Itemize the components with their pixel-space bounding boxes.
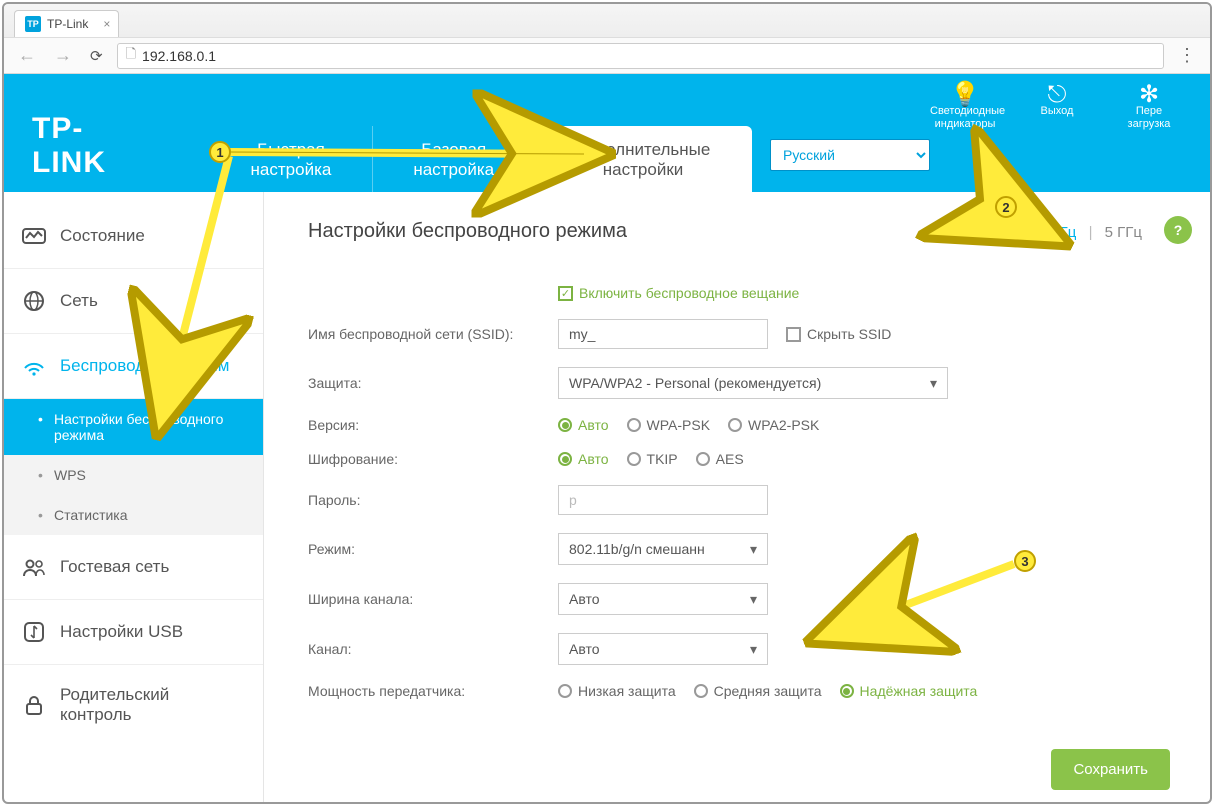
reload-icon[interactable]: ⟳ [86,47,107,65]
tab-quick-setup[interactable]: Быстрая настройка [209,126,372,192]
wifi-icon [22,354,46,378]
sidebar-item-network[interactable]: Сеть [4,269,263,334]
sidebar-sub-wps[interactable]: WPS [4,455,263,495]
page-icon: 🗋 [126,45,136,67]
favicon-icon: TP [25,16,41,32]
main-tabs: Быстрая настройка Базовая настройка Допо… [209,74,752,192]
version-auto-radio[interactable]: Авто [558,417,609,433]
security-label: Защита: [308,375,558,391]
led-button[interactable]: 💡 Светодиодные индикаторы [930,88,1000,192]
help-button[interactable]: ? [1164,216,1192,244]
password-label: Пароль: [308,492,558,508]
channel-select[interactable]: Авто [558,633,768,665]
version-label: Версия: [308,417,558,433]
logo: TP-LINK [4,74,169,192]
reboot-button[interactable]: ✻ Пере загрузка [1114,88,1184,192]
encryption-aes-radio[interactable]: AES [696,451,744,467]
close-icon[interactable]: × [103,17,110,31]
sidebar-item-guest[interactable]: Гостевая сеть [4,535,263,600]
sidebar: Состояние Сеть Беспроводной режим Настро… [4,192,264,804]
mode-select[interactable]: 802.11b/g/n смешанн [558,533,768,565]
version-wpa2psk-radio[interactable]: WPA2-PSK [728,417,819,433]
sidebar-sub-wireless-settings[interactable]: Настройки беспроводного режима [4,399,263,455]
status-icon [22,224,46,248]
freq-5ghz[interactable]: 5 ГГц [1105,224,1142,241]
hide-ssid-checkbox[interactable]: Скрыть SSID [786,326,891,342]
version-wpapsk-radio[interactable]: WPA-PSK [627,417,711,433]
encryption-label: Шифрование: [308,451,558,467]
usb-icon [22,620,46,644]
language-select[interactable]: Русский [770,139,930,171]
save-button[interactable]: Сохранить [1051,749,1170,790]
content-panel: Настройки беспроводного режима 2,4 ГГц |… [264,192,1210,804]
back-icon[interactable]: ← [14,45,40,66]
ssid-input[interactable] [558,319,768,349]
sidebar-sub-statistics[interactable]: Статистика [4,495,263,535]
browser-menu-icon[interactable]: ⋮ [1174,45,1200,66]
browser-tabbar: TP TP-Link × [4,4,1210,38]
guest-icon [22,555,46,579]
width-label: Ширина канала: [308,591,558,607]
power-high-radio[interactable]: Надёжная защита [840,683,978,699]
power-mid-radio[interactable]: Средняя защита [694,683,822,699]
browser-tab[interactable]: TP TP-Link × [14,10,119,37]
bulb-icon: 💡 [930,88,1000,101]
freq-2-4ghz[interactable]: 2,4 ГГц [1027,224,1077,241]
sidebar-item-status[interactable]: Состояние [4,204,263,269]
logout-icon: ⎋ [1022,88,1092,101]
forward-icon[interactable]: → [50,45,76,66]
browser-toolbar: ← → ⟳ 🗋 192.168.0.1 ⋮ [4,38,1210,74]
channel-width-select[interactable]: Авто [558,583,768,615]
tab-advanced[interactable]: Дополнительные настройки [534,126,752,192]
power-label: Мощность передатчика: [308,683,558,699]
url-text: 192.168.0.1 [142,48,216,64]
tab-basic[interactable]: Базовая настройка [372,126,534,192]
sidebar-item-parental[interactable]: Родительский контроль [4,665,263,745]
channel-label: Канал: [308,641,558,657]
lock-icon [22,693,46,717]
password-input[interactable] [558,485,768,515]
reboot-icon: ✻ [1114,88,1184,101]
power-low-radio[interactable]: Низкая защита [558,683,676,699]
encryption-auto-radio[interactable]: Авто [558,451,609,467]
encryption-tkip-radio[interactable]: TKIP [627,451,678,467]
security-select[interactable]: WPA/WPA2 - Personal (рекомендуется) [558,367,948,399]
enable-broadcast-checkbox[interactable]: ✓ Включить беспроводное вещание [558,285,799,301]
sidebar-item-usb[interactable]: Настройки USB [4,600,263,665]
globe-icon [22,289,46,313]
ssid-label: Имя беспроводной сети (SSID): [308,326,558,342]
logout-button[interactable]: ⎋ Выход [1022,88,1092,192]
sidebar-item-wireless[interactable]: Беспроводной режим [4,334,263,399]
tab-title: TP-Link [47,17,88,31]
frequency-switch: 2,4 ГГц | 5 ГГц [1027,224,1142,241]
address-bar[interactable]: 🗋 192.168.0.1 [117,43,1164,69]
router-header: TP-LINK Быстрая настройка Базовая настро… [4,74,1210,192]
mode-label: Режим: [308,541,558,557]
